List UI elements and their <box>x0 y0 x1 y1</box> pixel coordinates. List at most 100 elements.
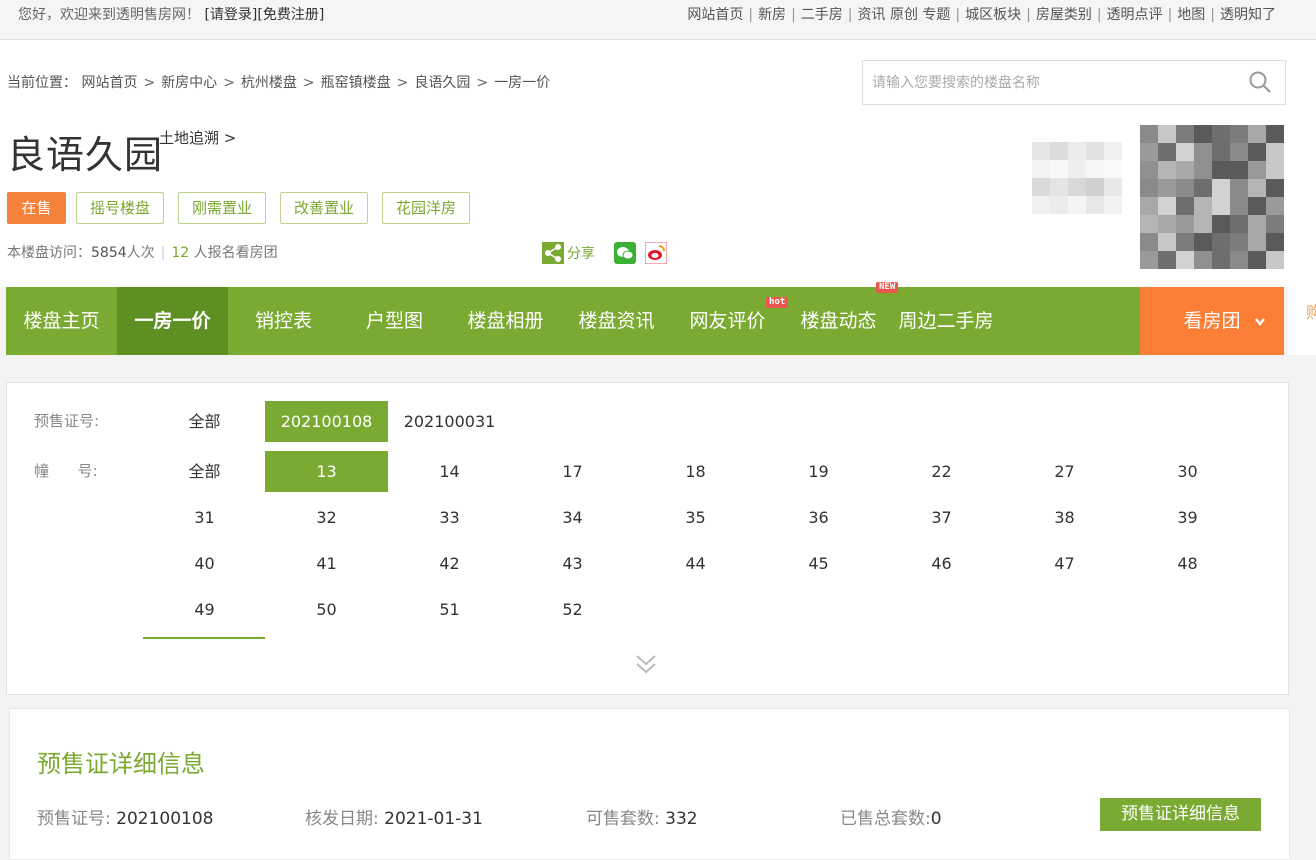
breadcrumb-prefix: 当前位置： <box>7 75 77 91</box>
building-option-38[interactable]: 38 <box>1003 497 1126 538</box>
building-option-41[interactable]: 41 <box>265 543 388 584</box>
tag-upgrade[interactable]: 改善置业 <box>280 192 368 224</box>
top-link-zhiliao[interactable]: 透明知了 <box>1220 7 1276 23</box>
nav-item-floorplan[interactable]: 户型图 <box>339 287 450 355</box>
breadcrumb-item-city[interactable]: 杭州楼盘 <box>241 75 297 91</box>
building-option-47[interactable]: 47 <box>1003 543 1126 584</box>
building-option-49[interactable]: 49 <box>143 589 266 630</box>
building-option-30[interactable]: 30 <box>1126 451 1249 492</box>
share-icon[interactable] <box>542 242 564 264</box>
nav-item-nearby-resale[interactable]: 周边二手房 <box>894 287 998 355</box>
expand-more-icon[interactable] <box>632 652 660 678</box>
building-option-51[interactable]: 51 <box>388 589 511 630</box>
building-option-17[interactable]: 17 <box>511 451 634 492</box>
house-tour-button[interactable]: 看房团 <box>1140 287 1284 355</box>
land-trace-link[interactable]: 土地追溯 > <box>159 127 236 148</box>
breadcrumb: 当前位置： 网站首页 > 新房中心 > 杭州楼盘 > 瓶窑镇楼盘 > 良语久园 > 一房一价 <box>7 75 551 91</box>
status-badge: 在售 <box>7 192 66 224</box>
project-nav: 楼盘主页 一房一价 销控表 户型图 楼盘相册 楼盘资讯 网友评价 hot 楼盘动… <box>6 282 1140 355</box>
chevron-down-icon <box>1255 318 1265 326</box>
nav-item-home[interactable]: 楼盘主页 <box>6 287 117 355</box>
nav-item-sales-table[interactable]: 销控表 <box>228 287 339 355</box>
building-option-52[interactable]: 52 <box>511 589 634 630</box>
presale-option-202100031[interactable]: 202100031 <box>388 401 511 442</box>
qr-code-image <box>1140 125 1284 269</box>
nav-item-album[interactable]: 楼盘相册 <box>450 287 561 355</box>
top-link-review[interactable]: 透明点评 <box>1107 7 1163 23</box>
building-option-31[interactable]: 31 <box>143 497 266 538</box>
breadcrumb-item-project[interactable]: 良语久园 <box>414 75 470 91</box>
building-option-46[interactable]: 46 <box>880 543 1003 584</box>
top-bar-left: 您好，欢迎来到透明售房网！ [请登录][免费注册] <box>18 4 324 24</box>
building-option-48[interactable]: 48 <box>1126 543 1249 584</box>
top-link-home[interactable]: 网站首页 <box>687 7 743 23</box>
filter-underline <box>143 637 265 639</box>
building-option-43[interactable]: 43 <box>511 543 634 584</box>
tag-garden-house[interactable]: 花园洋房 <box>382 192 470 224</box>
search-icon[interactable] <box>1249 71 1271 93</box>
nav-item-price[interactable]: 一房一价 <box>117 287 228 355</box>
wechat-icon[interactable] <box>614 242 636 264</box>
tag-lottery[interactable]: 摇号楼盘 <box>76 192 164 224</box>
project-header: 当前位置： 网站首页>新房中心>杭州楼盘>瓶窑镇楼盘>良语久园>一房一价 良语久… <box>0 40 1316 287</box>
presale-label: 预售证号: <box>34 412 100 430</box>
building-option-44[interactable]: 44 <box>634 543 757 584</box>
nav-item-news[interactable]: 楼盘资讯 <box>561 287 672 355</box>
building-option-13[interactable]: 13 <box>265 451 388 492</box>
building-option-32[interactable]: 32 <box>265 497 388 538</box>
building-option-35[interactable]: 35 <box>634 497 757 538</box>
visits-label: 本楼盘访问： <box>7 245 91 261</box>
building-option-34[interactable]: 34 <box>511 497 634 538</box>
building-option-42[interactable]: 42 <box>388 543 511 584</box>
presale-option-202100108[interactable]: 202100108 <box>265 401 388 442</box>
building-option-36[interactable]: 36 <box>757 497 880 538</box>
building-label: 幢 号: <box>34 462 98 480</box>
building-option-all[interactable]: 全部 <box>143 451 266 492</box>
side-float-tab[interactable]: 购 <box>1288 287 1316 355</box>
detail-field-available: 可售套数: 332 <box>586 809 698 829</box>
search-box <box>862 60 1286 105</box>
breadcrumb-item-current: 一房一价 <box>494 75 551 91</box>
presale-option-all[interactable]: 全部 <box>143 401 266 442</box>
side-float-char: 购 <box>1306 303 1316 322</box>
building-option-33[interactable]: 33 <box>388 497 511 538</box>
register-link[interactable]: [免费注册] <box>257 7 324 23</box>
top-link-type[interactable]: 房屋类别 <box>1036 7 1092 23</box>
nav-item-updates[interactable]: 楼盘动态 <box>783 287 894 355</box>
top-link-news[interactable]: 资讯 原创 专题 <box>858 7 951 23</box>
building-option-37[interactable]: 37 <box>880 497 1003 538</box>
section-title: 预售证详细信息 <box>37 750 205 778</box>
tag-first-home[interactable]: 刚需置业 <box>178 192 266 224</box>
building-option-22[interactable]: 22 <box>880 451 1003 492</box>
presale-detail-button[interactable]: 预售证详细信息 <box>1100 798 1261 831</box>
top-link-second[interactable]: 二手房 <box>801 7 843 23</box>
side-mark <box>1308 405 1316 419</box>
building-option-50[interactable]: 50 <box>265 589 388 630</box>
building-option-18[interactable]: 18 <box>634 451 757 492</box>
login-link[interactable]: [请登录] <box>204 7 257 23</box>
top-link-map[interactable]: 地图 <box>1177 7 1205 23</box>
search-input[interactable] <box>863 61 1234 104</box>
top-bar-links: 网站首页 | 新房 | 二手房 | 资讯 原创 专题 | 城区板块 | 房屋类别 | 透明点评 | 地图 | 透… <box>687 7 1276 23</box>
building-option-39[interactable]: 39 <box>1126 497 1249 538</box>
greeting-text: 您好，欢迎来到透明售房网！ <box>18 7 200 23</box>
detail-field-date: 核发日期: 2021-01-31 <box>305 809 483 829</box>
presale-detail-section: 预售证详细信息 预售证号: 202100108 核发日期: 2021-01-31… <box>9 708 1290 860</box>
building-option-14[interactable]: 14 <box>388 451 511 492</box>
visit-stats: 本楼盘访问：5854人次 | 12 人报名看房团 <box>7 245 278 261</box>
weibo-icon[interactable] <box>645 242 667 264</box>
signup-text: 人报名看房团 <box>189 245 278 261</box>
house-tour-label: 看房团 <box>1183 310 1241 332</box>
breadcrumb-item-home[interactable]: 网站首页 <box>81 75 137 91</box>
building-option-45[interactable]: 45 <box>757 543 880 584</box>
visits-count: 5854 <box>91 245 127 261</box>
top-link-district[interactable]: 城区板块 <box>965 7 1021 23</box>
breadcrumb-item-newhome[interactable]: 新房中心 <box>161 75 217 91</box>
breadcrumb-item-town[interactable]: 瓶窑镇楼盘 <box>321 75 391 91</box>
detail-field-sold: 已售总套数:0 <box>840 809 942 829</box>
share-label[interactable]: 分享 <box>567 243 595 263</box>
top-link-new[interactable]: 新房 <box>758 7 786 23</box>
building-option-40[interactable]: 40 <box>143 543 266 584</box>
building-option-19[interactable]: 19 <box>757 451 880 492</box>
building-option-27[interactable]: 27 <box>1003 451 1126 492</box>
